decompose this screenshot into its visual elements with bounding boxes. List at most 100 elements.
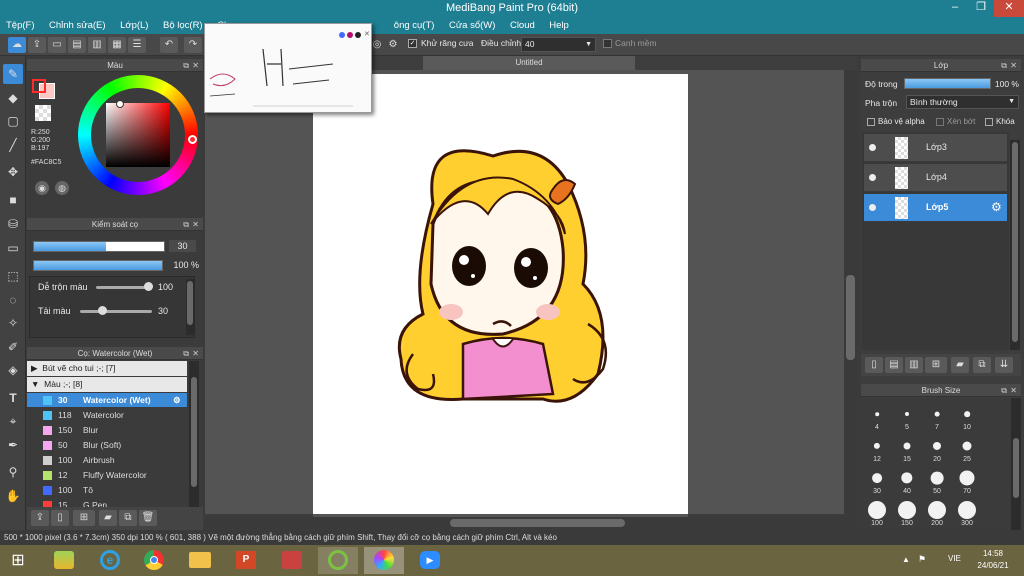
clock-date[interactable]: 24/06/21 (972, 561, 1014, 570)
app-explorer-icon[interactable] (180, 547, 220, 574)
brush-list-scrollbar[interactable] (189, 361, 199, 507)
folder-icon[interactable]: ▰ (99, 510, 117, 526)
layer-settings-gear-icon[interactable]: ⚙ (991, 200, 1002, 214)
eyedropper-tool-icon[interactable]: ⚲ (3, 462, 23, 482)
app-medibang-icon[interactable] (318, 547, 358, 574)
divide-tool-icon[interactable]: ⌖ (3, 411, 23, 431)
layer-row[interactable]: Lớp5 ⚙ (864, 194, 1007, 222)
tray-up-icon[interactable]: ▲ (902, 555, 910, 564)
vertical-scrollbar[interactable] (844, 70, 857, 514)
language-indicator[interactable]: VIE (948, 554, 961, 563)
amount-slider-handle[interactable] (98, 306, 107, 315)
close-icon[interactable]: ✕ (1010, 384, 1017, 397)
brush-item[interactable]: 100 Tô (27, 483, 187, 498)
menu-file[interactable]: Tệp(F) (0, 17, 41, 34)
popout-icon[interactable]: ⧉ (183, 218, 189, 231)
brush-size-preset[interactable]: 25 (953, 434, 981, 463)
menu-tools[interactable]: ông cụ(T) (388, 17, 441, 34)
brush-item[interactable]: 118 Watercolor (27, 408, 187, 423)
popout-icon[interactable]: ⧉ (1001, 59, 1007, 72)
grid-icon[interactable]: ▦ (108, 37, 126, 53)
tray-flag-icon[interactable]: ⚑ (918, 554, 926, 565)
color-picker-handle[interactable] (116, 100, 124, 108)
app-zoom-icon[interactable]: ▶ (410, 547, 450, 574)
list-icon[interactable]: ☰ (128, 37, 146, 53)
brush-size-scrollbar[interactable] (1011, 398, 1021, 530)
brush-item[interactable]: 12 Fluffy Watercolor (27, 468, 187, 483)
primary-color-indicator[interactable] (32, 79, 46, 93)
transparent-color-swatch[interactable] (35, 105, 51, 121)
dropper-tool-icon[interactable]: ✒ (3, 435, 23, 455)
lock-checkbox[interactable] (985, 118, 993, 126)
share-icon[interactable]: ⇪ (28, 37, 46, 53)
app-chrome-icon[interactable] (134, 547, 174, 574)
magic-wand-tool-icon[interactable]: ✧ (3, 313, 23, 333)
brush-size-preset[interactable]: 100 (863, 498, 891, 527)
upload-brush-icon[interactable]: ⇪ (31, 510, 49, 526)
tab-untitled[interactable]: Untitled (423, 56, 635, 70)
drawing-canvas[interactable] (313, 74, 688, 514)
params-scrollbar[interactable] (186, 279, 194, 335)
palette-settings-icon[interactable]: ◍ (55, 181, 69, 195)
new-vector-layer-icon[interactable]: ▥ (905, 357, 923, 373)
select-eraser-tool-icon[interactable]: ◈ (3, 360, 23, 380)
hand-tool-icon[interactable]: ✋ (3, 486, 23, 506)
new-raster-layer-icon[interactable]: ▤ (885, 357, 903, 373)
menu-window[interactable]: Cửa sổ(W) (443, 17, 501, 34)
close-icon[interactable]: ✕ (192, 59, 199, 72)
menu-filter[interactable]: Bộ lọc(R) (157, 17, 209, 34)
brush-size-preset[interactable]: 7 (923, 402, 951, 431)
palette-icon[interactable]: ◉ (35, 181, 49, 195)
horizontal-scrollbar[interactable] (205, 517, 857, 529)
brush-item[interactable]: 30 Watercolor (Wet) ⚙ (27, 393, 187, 408)
close-icon[interactable]: ✕ (192, 218, 199, 231)
layer-opacity-slider[interactable] (904, 78, 991, 89)
folder-icon[interactable]: ▰ (951, 357, 969, 373)
layer-scrollbar[interactable] (1010, 140, 1020, 350)
app-bluestacks-icon[interactable] (44, 547, 84, 574)
brush-size-preset[interactable]: 150 (893, 498, 921, 527)
gradient-tool-icon[interactable]: ▭ (3, 238, 23, 258)
marquee-tool-icon[interactable]: ⬚ (3, 266, 23, 286)
popout-icon[interactable]: ⧉ (183, 59, 189, 72)
brush-item[interactable]: 15 G Pen (27, 498, 187, 507)
new-brush-icon[interactable]: ▯ (51, 510, 69, 526)
menu-edit[interactable]: Chỉnh sửa(E) (43, 17, 112, 34)
brush-size-preset[interactable]: 20 (923, 434, 951, 463)
popout-icon[interactable]: ⧉ (1001, 384, 1007, 397)
app-paint-icon[interactable] (272, 547, 312, 574)
page-icon[interactable]: ▥ (88, 37, 106, 53)
clip-checkbox[interactable] (936, 118, 944, 126)
rect-select-tool-icon[interactable]: ▢ (3, 111, 23, 131)
brush-group-row[interactable]: ▶ Bút vẽ cho tui ;-; [7] (27, 361, 187, 376)
menu-help[interactable]: Help (543, 17, 575, 34)
redo-icon[interactable]: ↷ (184, 37, 202, 53)
opacity-slider[interactable] (33, 260, 163, 271)
add-brush-icon[interactable]: ⊞ (73, 510, 95, 526)
app-powerpoint-icon[interactable]: P (226, 547, 266, 574)
brush-tool-icon[interactable]: ✎ (3, 64, 23, 84)
brush-size-preset[interactable]: 70 (953, 466, 981, 495)
app-ie-icon[interactable]: e (90, 547, 130, 574)
menu-layer[interactable]: Lớp(L) (114, 17, 154, 34)
size-slider[interactable] (33, 241, 165, 252)
copy-icon[interactable]: ⧉ (119, 510, 137, 526)
brush-group-row[interactable]: ▼ Màu ;-; [8] (27, 377, 187, 392)
fill-rect-tool-icon[interactable]: ■ (3, 190, 23, 210)
brush-item[interactable]: 50 Blur (Soft) (27, 438, 187, 453)
close-button[interactable]: ✕ (994, 0, 1024, 17)
comment-icon[interactable]: ▭ (48, 37, 66, 53)
minimize-button[interactable]: – (942, 0, 968, 17)
clock-time[interactable]: 14:58 (978, 549, 1008, 558)
menu-cloud[interactable]: Cloud (504, 17, 541, 34)
add-layer-dropdown-icon[interactable]: ⊞ (925, 357, 947, 373)
lasso-tool-icon[interactable]: ◌ (3, 290, 23, 310)
cloud-icon[interactable]: ☁ (8, 37, 26, 53)
brush-size-preset[interactable]: 10 (953, 402, 981, 431)
adjust-select[interactable]: 40 ▼ (521, 37, 596, 52)
settings-gear-icon[interactable]: ⚙ (384, 37, 402, 53)
undo-icon[interactable]: ↶ (160, 37, 178, 53)
text-tool-icon[interactable]: T (3, 388, 23, 408)
brush-size-preset[interactable]: 5 (893, 402, 921, 431)
maximize-button[interactable]: ❐ (968, 0, 994, 17)
